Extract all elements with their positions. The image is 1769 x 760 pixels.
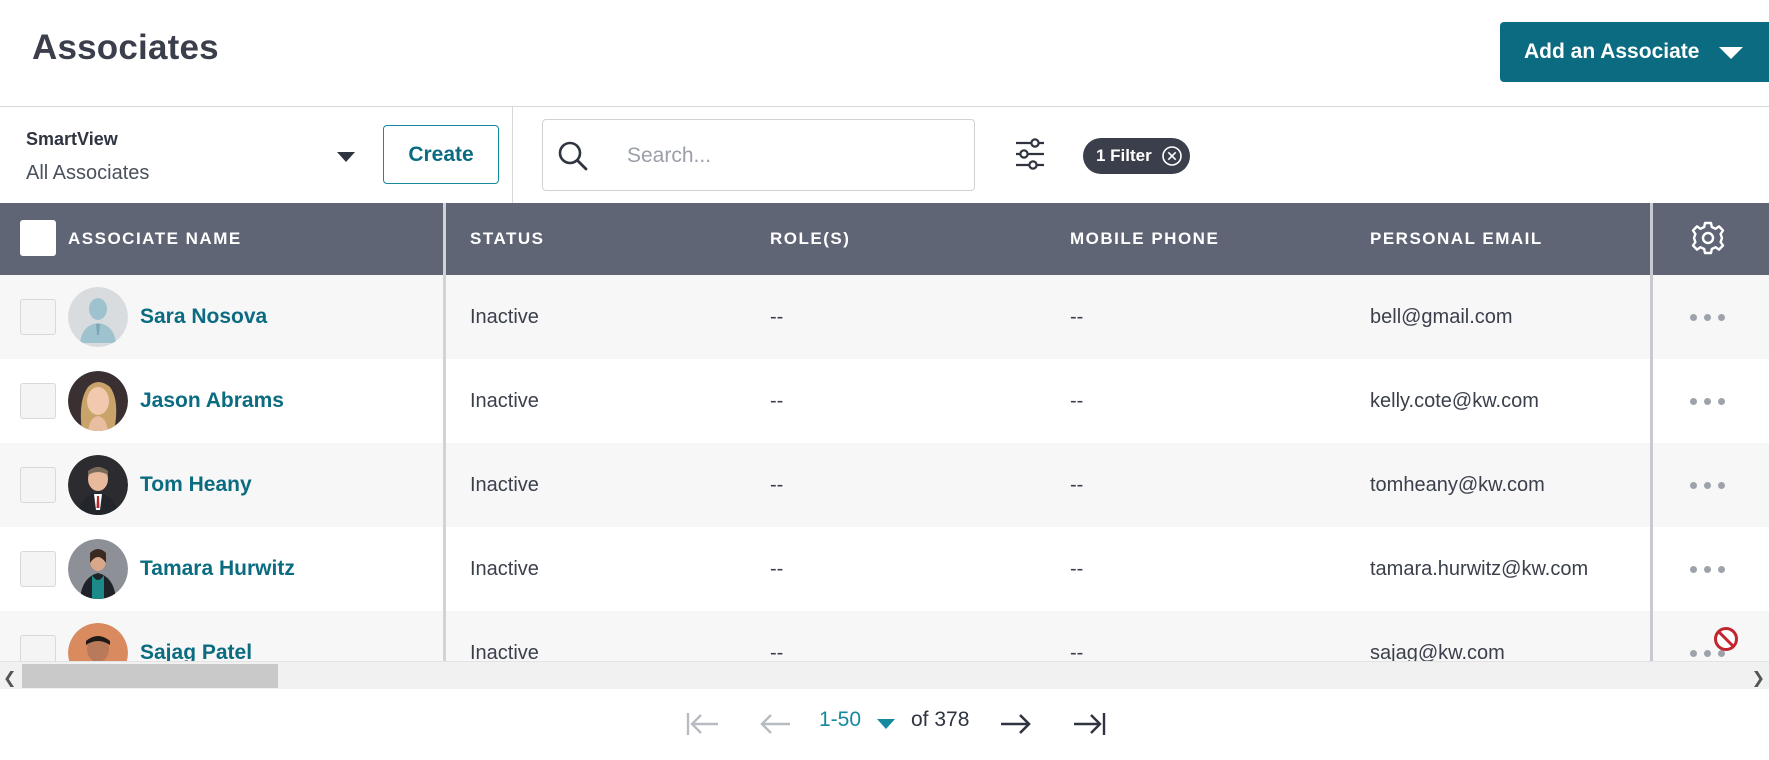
column-header-name[interactable]: ASSOCIATE NAME xyxy=(68,203,242,275)
column-header-email[interactable]: PERSONAL EMAIL xyxy=(1370,203,1543,275)
mobile-cell: -- xyxy=(1070,306,1084,328)
row-checkbox[interactable] xyxy=(20,383,56,419)
close-circle-icon[interactable] xyxy=(1161,145,1183,167)
last-page-icon[interactable] xyxy=(1072,709,1108,739)
photo-avatar-icon xyxy=(68,539,128,599)
pagination: 1-50 of 378 xyxy=(0,689,1769,760)
search-input[interactable] xyxy=(627,138,957,174)
associates-table: ASSOCIATE NAME STATUS ROLE(S) MOBILE PHO… xyxy=(0,203,1769,661)
email-cell: bell@gmail.com xyxy=(1370,306,1513,328)
photo-avatar-icon xyxy=(68,623,128,661)
scroll-right-icon[interactable]: ❯ xyxy=(1752,668,1765,688)
column-divider xyxy=(443,203,446,661)
chevron-down-icon[interactable] xyxy=(877,719,895,729)
table-row[interactable]: Tamara Hurwitz Inactive -- -- tamara.hur… xyxy=(0,527,1769,611)
mobile-cell: -- xyxy=(1070,558,1084,580)
email-cell: kelly.cote@kw.com xyxy=(1370,390,1539,412)
row-checkbox[interactable] xyxy=(20,635,56,661)
table-row[interactable]: Sara Nosova Inactive -- -- bell@gmail.co… xyxy=(0,275,1769,359)
toolbar: SmartView All Associates Create 1 Filter xyxy=(0,107,1769,203)
row-checkbox[interactable] xyxy=(20,467,56,503)
not-allowed-icon xyxy=(1714,627,1738,651)
status-cell: Inactive xyxy=(470,474,539,496)
filter-sliders-icon[interactable] xyxy=(1014,137,1046,171)
table-row[interactable]: Sajag Patel Inactive -- -- sajag@kw.com xyxy=(0,611,1769,661)
row-checkbox[interactable] xyxy=(20,551,56,587)
page-range-select[interactable]: 1-50 xyxy=(819,708,861,732)
page-header: Associates Add an Associate xyxy=(0,0,1769,107)
column-header-status[interactable]: STATUS xyxy=(470,203,544,275)
roles-cell: -- xyxy=(770,558,784,580)
page-total: of 378 xyxy=(911,708,970,731)
more-dots-icon[interactable] xyxy=(1690,482,1726,490)
toolbar-divider xyxy=(512,107,513,203)
next-page-icon[interactable] xyxy=(998,709,1034,739)
email-cell: tomheany@kw.com xyxy=(1370,474,1545,496)
status-cell: Inactive xyxy=(470,642,539,661)
status-cell: Inactive xyxy=(470,306,539,328)
column-divider xyxy=(1650,203,1653,661)
first-page-icon[interactable] xyxy=(684,709,720,739)
page-title: Associates xyxy=(32,28,219,67)
create-smartview-button[interactable]: Create xyxy=(383,125,499,184)
smartview-value[interactable]: All Associates xyxy=(26,162,149,185)
add-associate-label: Add an Associate xyxy=(1524,40,1700,63)
mobile-cell: -- xyxy=(1070,390,1084,412)
photo-avatar-icon xyxy=(68,455,128,515)
associate-name-link[interactable]: Tom Heany xyxy=(140,443,252,527)
associate-name-link[interactable]: Sara Nosova xyxy=(140,275,267,359)
chevron-down-icon xyxy=(1719,47,1743,59)
status-cell: Inactive xyxy=(470,558,539,580)
filter-chip[interactable]: 1 Filter xyxy=(1083,138,1190,174)
column-header-mobile[interactable]: MOBILE PHONE xyxy=(1070,203,1219,275)
mobile-cell: -- xyxy=(1070,474,1084,496)
roles-cell: -- xyxy=(770,390,784,412)
column-header-roles[interactable]: ROLE(S) xyxy=(770,203,850,275)
table-row[interactable]: Tom Heany Inactive -- -- tomheany@kw.com xyxy=(0,443,1769,527)
mobile-cell: -- xyxy=(1070,642,1084,661)
filter-chip-label: 1 Filter xyxy=(1096,146,1152,165)
search-icon xyxy=(558,141,588,171)
email-cell: sajag@kw.com xyxy=(1370,642,1505,661)
select-all-checkbox[interactable] xyxy=(20,220,56,256)
table-header: ASSOCIATE NAME STATUS ROLE(S) MOBILE PHO… xyxy=(0,203,1769,275)
table-row[interactable]: Jason Abrams Inactive -- -- kelly.cote@k… xyxy=(0,359,1769,443)
smartview-dropdown-icon[interactable] xyxy=(337,152,355,162)
associate-name-link[interactable]: Jason Abrams xyxy=(140,359,284,443)
associate-name-link[interactable]: Sajag Patel xyxy=(140,611,252,661)
photo-avatar-icon xyxy=(68,371,128,431)
email-cell: tamara.hurwitz@kw.com xyxy=(1370,558,1589,580)
row-checkbox[interactable] xyxy=(20,299,56,335)
more-dots-icon[interactable] xyxy=(1690,314,1726,322)
roles-cell: -- xyxy=(770,306,784,328)
associate-name-link[interactable]: Tamara Hurwitz xyxy=(140,527,295,611)
prev-page-icon[interactable] xyxy=(758,709,794,739)
roles-cell: -- xyxy=(770,474,784,496)
default-avatar-icon xyxy=(68,287,128,347)
horizontal-scrollbar[interactable]: ❮ ❯ xyxy=(0,661,1769,689)
scrollbar-thumb[interactable] xyxy=(22,664,278,688)
search-box[interactable] xyxy=(542,119,975,191)
roles-cell: -- xyxy=(770,642,784,661)
scroll-left-icon[interactable]: ❮ xyxy=(3,668,16,688)
gear-icon[interactable] xyxy=(1691,221,1725,255)
smartview-label: SmartView xyxy=(26,129,118,149)
status-cell: Inactive xyxy=(470,390,539,412)
more-dots-icon[interactable] xyxy=(1690,566,1726,574)
more-dots-icon[interactable] xyxy=(1690,398,1726,406)
add-associate-button[interactable]: Add an Associate xyxy=(1500,22,1769,82)
